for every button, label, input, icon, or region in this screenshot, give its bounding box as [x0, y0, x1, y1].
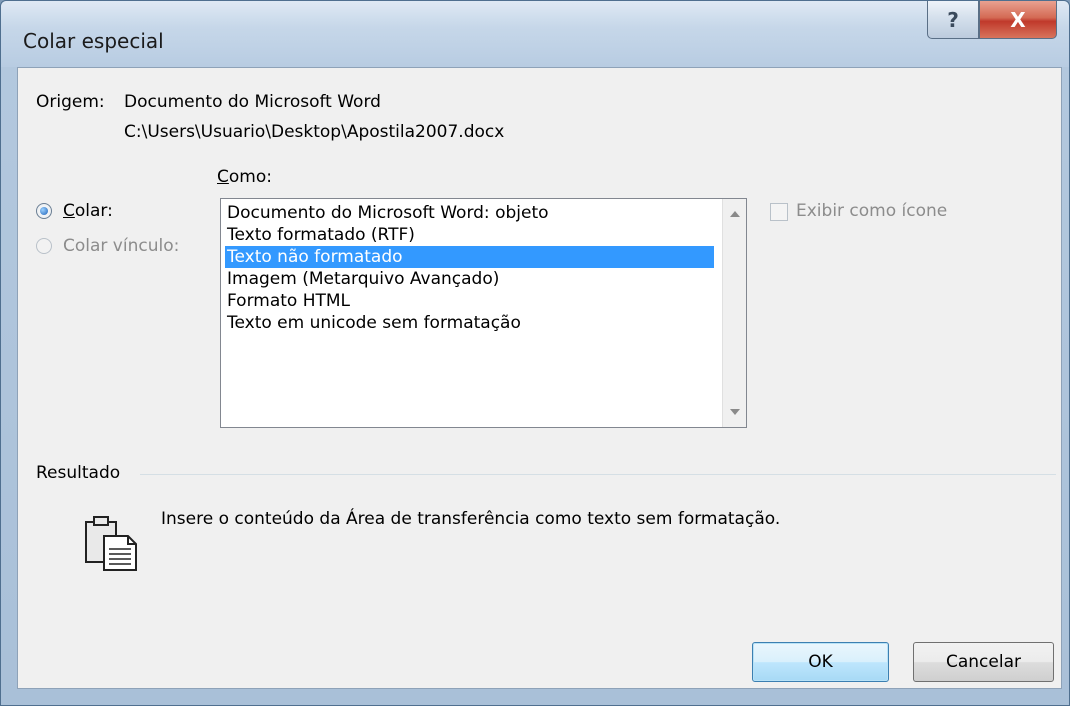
source-label: Origem:: [36, 92, 105, 112]
result-divider: [140, 474, 1056, 475]
result-label: Resultado: [36, 463, 121, 483]
ok-button[interactable]: OK: [752, 642, 889, 682]
source-document-type: Documento do Microsoft Word: [124, 92, 381, 112]
dialog-body: Origem: Documento do Microsoft Word C:\U…: [17, 67, 1062, 689]
colar-vinculo-radio[interactable]: [36, 238, 52, 254]
list-item[interactable]: Documento do Microsoft Word: objeto: [225, 202, 714, 224]
format-listbox[interactable]: Documento do Microsoft Word: objeto Text…: [220, 198, 747, 428]
title-bar[interactable]: Colar especial ? X: [1, 1, 1069, 67]
scroll-up-arrow-icon[interactable]: [730, 211, 740, 217]
display-as-icon-label[interactable]: Exibir como ícone: [796, 201, 947, 221]
como-label: Como:: [217, 167, 272, 187]
scroll-down-arrow-icon[interactable]: [730, 409, 740, 415]
close-icon: X: [1010, 7, 1026, 32]
clipboard-text-icon: [85, 516, 137, 571]
help-button[interactable]: ?: [927, 1, 979, 39]
list-item[interactable]: Texto formatado (RTF): [225, 224, 714, 246]
list-item[interactable]: Texto em unicode sem formatação: [225, 312, 714, 334]
result-description: Insere o conteúdo da Área de transferênc…: [161, 509, 781, 529]
colar-vinculo-label[interactable]: Colar vínculo:: [63, 236, 179, 256]
display-as-icon-checkbox[interactable]: [770, 203, 788, 221]
list-item[interactable]: Formato HTML: [225, 290, 714, 312]
list-scrollbar[interactable]: [722, 199, 746, 427]
close-button[interactable]: X: [979, 1, 1057, 39]
como-label-text: omo:: [228, 167, 272, 187]
cancel-button[interactable]: Cancelar: [913, 642, 1054, 682]
colar-radio-label[interactable]: Colar:: [63, 201, 113, 221]
help-icon: ?: [947, 7, 959, 32]
paste-special-dialog: Colar especial ? X Origem: Documento do …: [0, 0, 1070, 706]
dialog-title: Colar especial: [23, 29, 164, 53]
list-item[interactable]: Imagem (Metarquivo Avançado): [225, 268, 714, 290]
source-path: C:\Users\Usuario\Desktop\Apostila2007.do…: [124, 122, 505, 142]
colar-radio[interactable]: [36, 203, 52, 219]
list-item-selected[interactable]: Texto não formatado: [225, 246, 714, 268]
